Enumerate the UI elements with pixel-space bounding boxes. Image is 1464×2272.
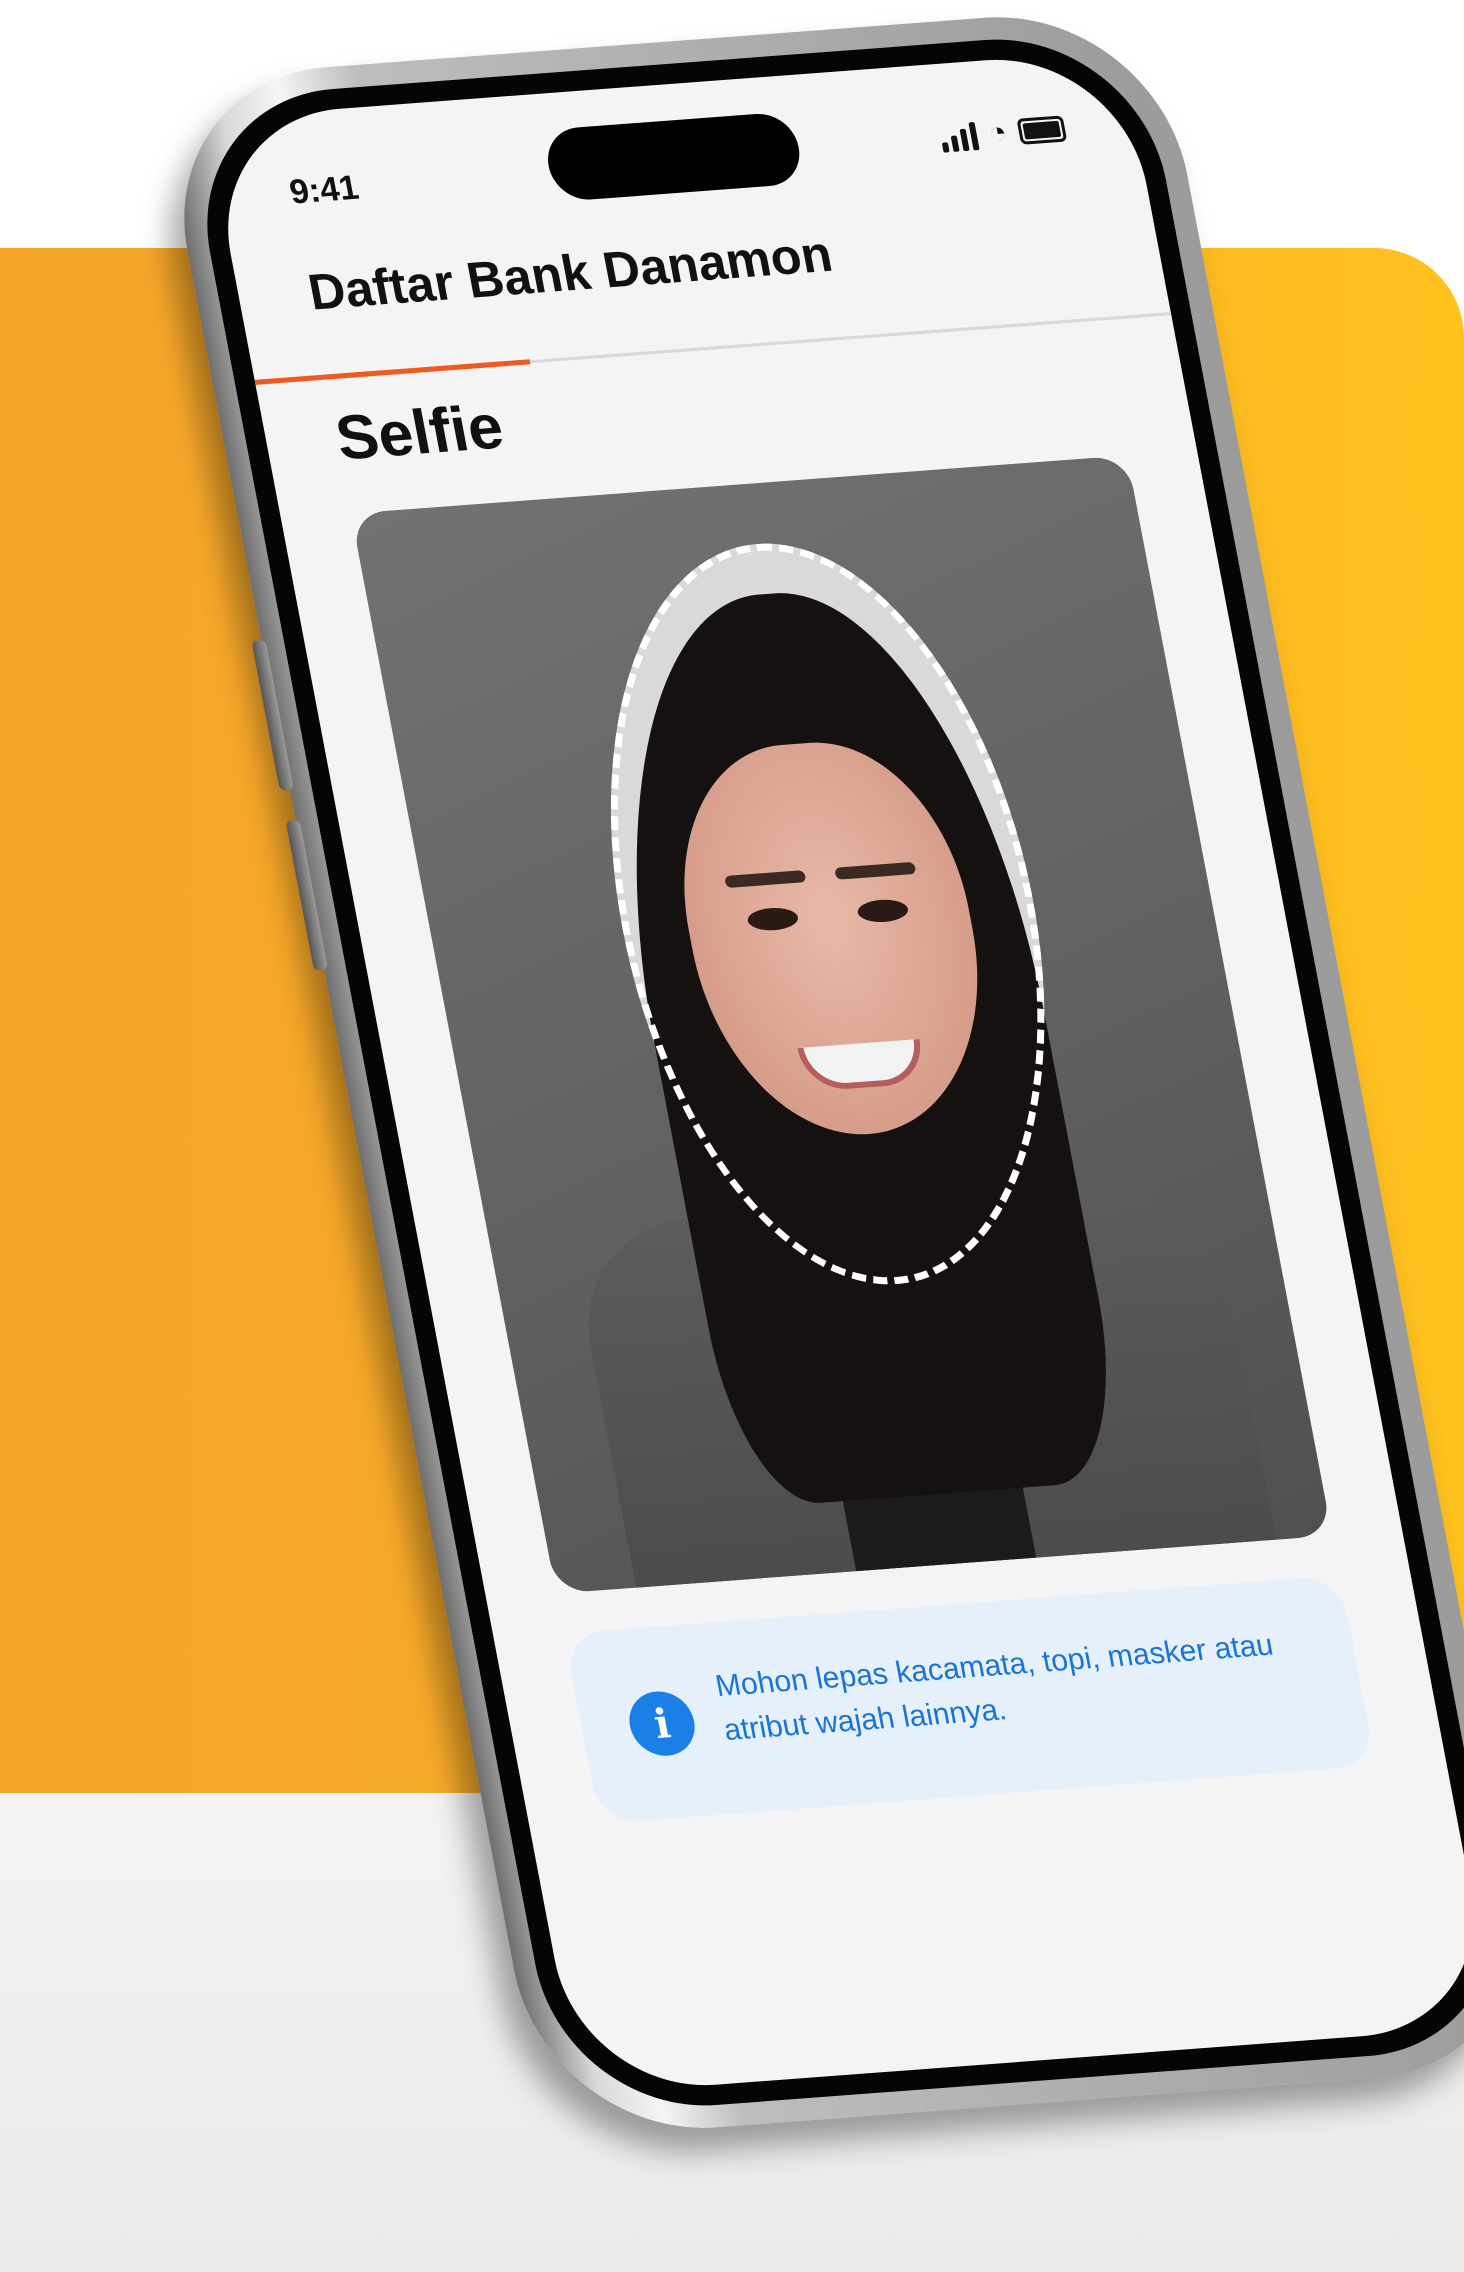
app-title: Daftar Bank Danamon [303,225,837,321]
info-banner: i Mohon lepas kacamata, topi, masker ata… [563,1575,1376,1824]
progress-fill [254,359,531,385]
info-icon: i [623,1689,701,1758]
status-icons: ◔ [938,113,1068,153]
status-time: 9:41 [286,168,362,212]
battery-icon [1016,115,1068,145]
dynamic-island [541,111,806,203]
selfie-camera-preview[interactable] [350,455,1333,1594]
info-text: Mohon lepas kacamata, topi, masker atau … [712,1628,1276,1748]
signal-icon [938,120,980,153]
wifi-icon: ◔ [985,115,1010,151]
page-title: Selfie [330,392,509,474]
progress-bar [254,312,1172,385]
